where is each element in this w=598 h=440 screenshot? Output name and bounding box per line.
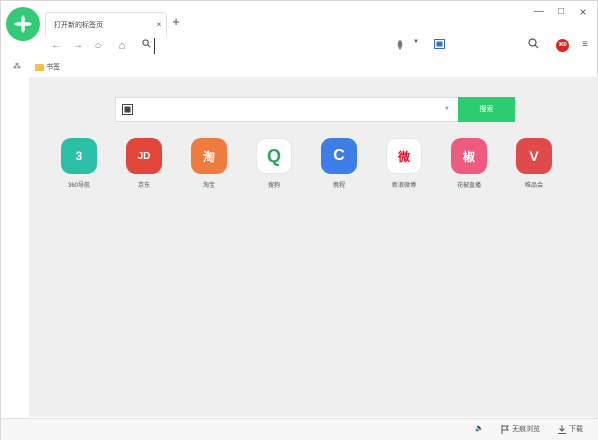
flag-icon	[501, 424, 509, 434]
address-bar[interactable]	[154, 38, 414, 54]
bookmarks-bar: ⁂ 书签	[1, 59, 598, 77]
speed-dial-weibo[interactable]: 微 新浪微博	[374, 138, 434, 189]
tile-label: 新浪微博	[391, 183, 416, 189]
tile-label: 京东	[137, 183, 150, 189]
menu-icon[interactable]: ≡	[579, 38, 591, 52]
new-tab-page: ▼ 搜索 3 360导航 JD 京东 淘 淘宝 Q 搜狗 C 携程 微 新浪微博…	[29, 77, 598, 417]
sogou-icon: Q	[256, 138, 292, 174]
search-engine-logo-icon[interactable]	[122, 104, 133, 115]
speed-dial-taobao[interactable]: 淘 淘宝	[179, 138, 239, 189]
bookmark-folder[interactable]: 书签	[35, 62, 60, 72]
speed-dial-360nav[interactable]: 3 360导航	[49, 138, 109, 189]
speed-dial-ctrip[interactable]: C 携程	[309, 138, 369, 189]
tab-new-tab[interactable]: 打开新的标签页 ×	[45, 12, 167, 36]
tile-label: 淘宝	[202, 183, 215, 189]
tile-label: 携程	[332, 183, 345, 189]
tile-label: 搜狗	[267, 183, 280, 189]
folder-icon	[35, 63, 44, 71]
weibo-icon: 微	[386, 138, 422, 174]
search-engine-icon[interactable]	[396, 40, 404, 50]
speed-dial-jd[interactable]: JD 京东	[114, 138, 174, 189]
huajiao-icon: 椒	[451, 138, 487, 174]
jd-icon: JD	[126, 138, 162, 174]
close-window-button[interactable]: ×	[575, 5, 591, 19]
tile-label: 唯品会	[524, 183, 543, 189]
new-tab-button[interactable]: +	[169, 14, 183, 30]
navigation-bar: ← → ○ ⌂ ▼ 360 ≡	[41, 35, 598, 57]
bookmarks-toggle-icon[interactable]: ⁂	[13, 62, 21, 71]
download-button[interactable]: 下载	[558, 424, 583, 434]
main-search-dropdown-icon[interactable]: ▼	[444, 106, 450, 112]
engine-dropdown-icon[interactable]: ▼	[413, 39, 419, 45]
sound-button[interactable]: 🔈	[475, 424, 484, 432]
speaker-icon: 🔈	[475, 425, 484, 432]
download-icon	[558, 424, 566, 434]
tile-label: 360导航	[67, 183, 90, 189]
home-button[interactable]: ⌂	[115, 38, 129, 54]
user-avatar[interactable]: 360	[556, 39, 569, 52]
taobao-icon: 淘	[191, 138, 227, 174]
search-icon[interactable]	[528, 38, 540, 52]
reload-button[interactable]: ○	[91, 38, 105, 54]
speed-dial-vip[interactable]: V 唯品会	[504, 138, 564, 189]
tab-title: 打开新的标签页	[54, 21, 103, 29]
search-button[interactable]: 搜索	[458, 97, 515, 122]
browser-window: 打开新的标签页 × + — □ × ← → ○ ⌂ ▼ 360 ≡ ⁂ 书签 ▼…	[0, 0, 598, 440]
tab-close-icon[interactable]: ×	[152, 20, 166, 29]
360-nav-icon: 3	[61, 138, 97, 174]
main-search-input[interactable]: ▼	[115, 97, 459, 122]
download-label: 下载	[569, 426, 583, 433]
back-button[interactable]: ←	[49, 38, 63, 54]
bookmark-label: 书签	[46, 64, 60, 71]
minimize-button[interactable]: —	[531, 5, 547, 19]
incognito-button[interactable]: 无痕浏览	[501, 424, 540, 434]
incognito-label: 无痕浏览	[512, 426, 540, 433]
speed-dial-sogou[interactable]: Q 搜狗	[244, 138, 304, 189]
browser-logo-icon	[6, 7, 40, 41]
speed-dial-huajiao[interactable]: 椒 花椒直播	[439, 138, 499, 189]
toolbar-search-box[interactable]	[434, 39, 524, 53]
status-bar: 🔈 无痕浏览 下载	[1, 418, 598, 440]
vip-icon: V	[516, 138, 552, 174]
maximize-button[interactable]: □	[553, 5, 569, 19]
address-search-icon	[139, 38, 153, 54]
ctrip-icon: C	[321, 138, 357, 174]
tile-label: 花椒直播	[456, 183, 481, 189]
forward-button[interactable]: →	[71, 38, 85, 54]
